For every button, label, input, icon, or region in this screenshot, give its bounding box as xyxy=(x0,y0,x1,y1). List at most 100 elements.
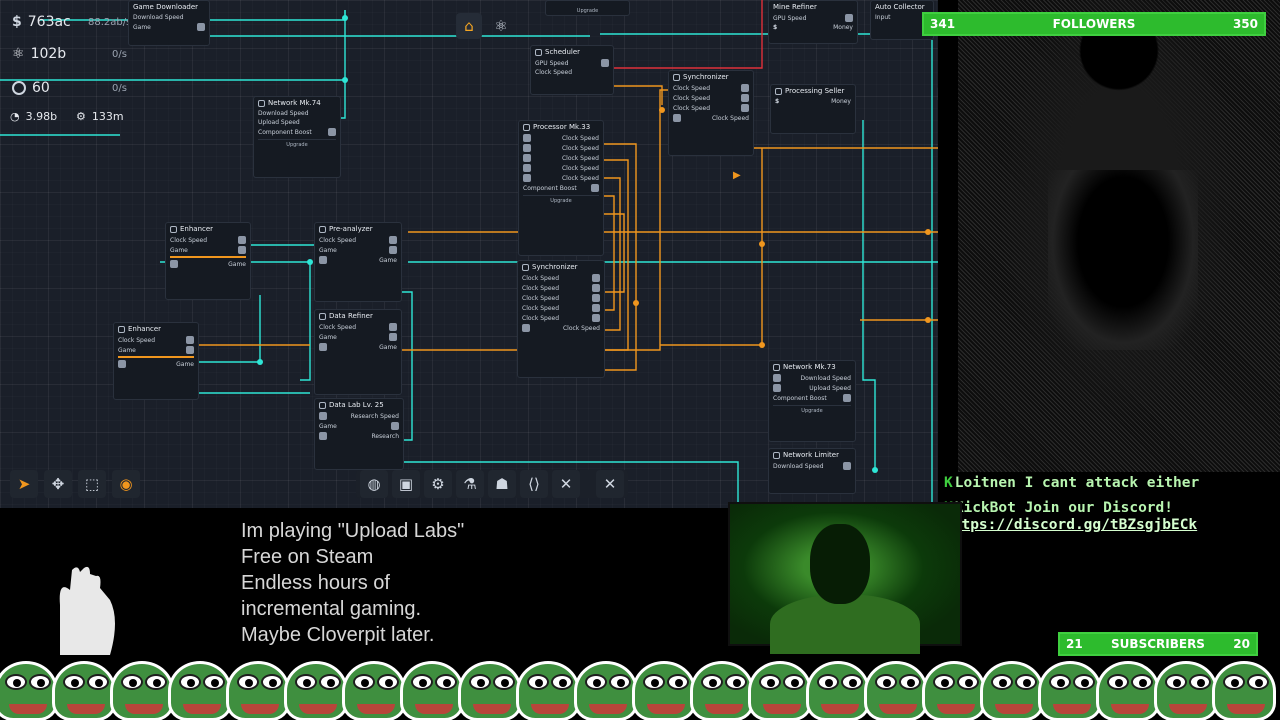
enhancer-icon xyxy=(118,325,125,333)
sync-icon xyxy=(673,73,680,81)
node-data-lab[interactable]: Data Lab Lv. 25 Research Speed Game Rese… xyxy=(314,398,404,470)
trophy-button[interactable]: ♔ xyxy=(930,40,938,68)
tool-palette: ➤ ✥ ⬚ ◉ xyxy=(10,470,140,498)
node-row-label: Clock Speed xyxy=(561,164,599,172)
node-title: Network Limiter xyxy=(783,451,839,459)
webcam-head xyxy=(810,524,870,604)
node-row-label: Clock Speed xyxy=(562,324,600,332)
storage-tab-button[interactable]: ▣ xyxy=(392,470,420,498)
caption-line: Im playing "Upload Labs" xyxy=(241,520,465,542)
node-row-label: Clock Speed xyxy=(711,114,749,122)
artwork-panel xyxy=(958,0,1280,505)
seller-icon xyxy=(775,87,782,95)
node-synchronizer-top[interactable]: Synchronizer Clock Speed Clock Speed Clo… xyxy=(668,70,754,156)
box-select-button[interactable]: ⬚ xyxy=(78,470,106,498)
chat-user: KickBot xyxy=(954,500,1016,516)
code-tab-button[interactable]: ⟨⟩ xyxy=(520,470,548,498)
node-row-label: Money xyxy=(831,98,851,105)
frog-emote xyxy=(284,661,348,720)
node-synchronizer[interactable]: Synchronizer Clock Speed Clock Speed Clo… xyxy=(517,260,605,378)
lab-icon xyxy=(319,401,326,409)
node-network-limiter[interactable]: Network Limiter Download Speed xyxy=(768,448,856,494)
followers-current: 341 xyxy=(930,17,956,31)
download-icon xyxy=(843,462,851,470)
atom-icon: ⚛ xyxy=(494,17,508,35)
game-icon xyxy=(186,346,194,354)
tools-tab-button[interactable]: ✕ xyxy=(552,470,580,498)
node-game-downloader[interactable]: Game Downloader Download Speed Game xyxy=(128,0,210,46)
stat-value: 3.98b xyxy=(25,110,58,123)
node-row-label: Component Boost xyxy=(773,394,827,402)
node-row-label: Game xyxy=(170,246,188,254)
game-canvas[interactable]: $ 763ac 88.2ab/s ⚛ 102b 0/s 60 0/s ◔ 3.9… xyxy=(0,0,938,508)
research-tab-button[interactable]: ⚗ xyxy=(456,470,484,498)
node-title: Pre-analyzer xyxy=(329,225,373,233)
chat-user: Loitnen xyxy=(954,475,1016,491)
node-row-label: Clock Speed xyxy=(673,94,711,102)
node-title: Enhancer xyxy=(180,225,214,233)
node-pre-analyzer[interactable]: Pre-analyzer Clock Speed Game Game xyxy=(314,222,402,302)
upgrade-button[interactable]: Upgrade xyxy=(550,6,625,14)
book-button[interactable]: ▤ xyxy=(930,78,938,106)
home-button[interactable]: ⌂ xyxy=(456,13,482,39)
discord-link[interactable]: https://discord.gg/tBZsgjbECk xyxy=(944,517,1197,533)
hex-button[interactable]: ⬡ xyxy=(930,116,938,144)
boost-icon xyxy=(843,394,851,402)
upgrade-button[interactable]: Upgrade xyxy=(523,195,599,204)
node-network-74[interactable]: Network Mk.74 Download Speed Upload Spee… xyxy=(253,96,341,178)
network-tab-button[interactable]: ◍ xyxy=(360,470,388,498)
node-enhancer-1[interactable]: Enhancer Clock Speed Game Game xyxy=(165,222,251,300)
book-icon: ▤ xyxy=(936,83,938,102)
research-button[interactable]: ⚛ xyxy=(488,13,514,39)
wire xyxy=(190,295,261,363)
node-row-label: Clock Speed xyxy=(561,134,599,142)
node-row-label: Component Boost xyxy=(258,128,312,136)
boost-icon xyxy=(328,128,336,136)
node-title: Network Mk.74 xyxy=(268,99,321,107)
dollar-icon: $ xyxy=(12,14,22,30)
paint-tool-button[interactable]: ◉ xyxy=(112,470,140,498)
move-icon: ✥ xyxy=(51,475,65,493)
processor-tab-button[interactable]: ⚙ xyxy=(424,470,452,498)
followers-goal: 350 xyxy=(1232,17,1258,31)
circle-icon: ◉ xyxy=(119,475,133,493)
node-title: Processor Mk.33 xyxy=(533,123,591,131)
node-mine-refiner[interactable]: Mine Refiner GPU Speed $ Money xyxy=(768,0,858,44)
node-row-label: Game xyxy=(118,346,136,354)
chat-message: K Loitnen I cant attack either xyxy=(944,475,1278,492)
clock-icon xyxy=(592,284,600,292)
upgrade-button[interactable]: Upgrade xyxy=(258,139,336,148)
node-row-label: Game xyxy=(133,23,151,31)
node-enhancer-2[interactable]: Enhancer Clock Speed Game Game xyxy=(113,322,199,400)
frog-emote xyxy=(574,661,638,720)
subscribers-goal-bar: 21 SUBSCRIBERS 20 xyxy=(1058,632,1258,656)
node-processor-33[interactable]: Processor Mk.33 Clock Speed Clock Speed … xyxy=(518,120,604,256)
webcam-feed xyxy=(728,502,962,654)
caption-line: Maybe Cloverpit later. xyxy=(241,624,435,646)
node-title: Data Refiner xyxy=(329,312,373,320)
select-tool-button[interactable]: ➤ xyxy=(10,470,38,498)
upgrade-button[interactable]: Upgrade xyxy=(773,405,851,414)
node-row-label: Download Speed xyxy=(773,462,824,470)
game-icon xyxy=(391,422,399,430)
close-button[interactable]: ✕ xyxy=(596,470,624,498)
node-scheduler[interactable]: Scheduler GPU Speed Clock Speed xyxy=(530,45,614,95)
node-row-label: Input xyxy=(875,14,891,21)
node-row-label: Clock Speed xyxy=(170,236,208,244)
node-row-label: Money xyxy=(833,24,853,31)
node-row-label: Research Speed xyxy=(350,412,399,420)
clock-icon xyxy=(389,323,397,331)
node-title: Network Mk.73 xyxy=(783,363,836,371)
move-tool-button[interactable]: ✥ xyxy=(44,470,72,498)
chat-text: Join our Discord! xyxy=(1024,500,1173,516)
chip-icon: ▣ xyxy=(398,475,414,493)
limiter-icon xyxy=(773,451,780,459)
node-upgrade-top[interactable]: Upgrade xyxy=(545,0,630,16)
node-row-label: Clock Speed xyxy=(118,336,156,344)
node-network-73[interactable]: Network Mk.73 Download Speed Upload Spee… xyxy=(768,360,856,442)
kick-icon: K xyxy=(944,475,953,491)
node-processing-seller[interactable]: Processing Seller $ Money xyxy=(770,84,856,134)
node-data-refiner[interactable]: Data Refiner Clock Speed Game Game xyxy=(314,309,402,395)
user-tab-button[interactable]: ☗ xyxy=(488,470,516,498)
game-icon xyxy=(170,260,178,268)
